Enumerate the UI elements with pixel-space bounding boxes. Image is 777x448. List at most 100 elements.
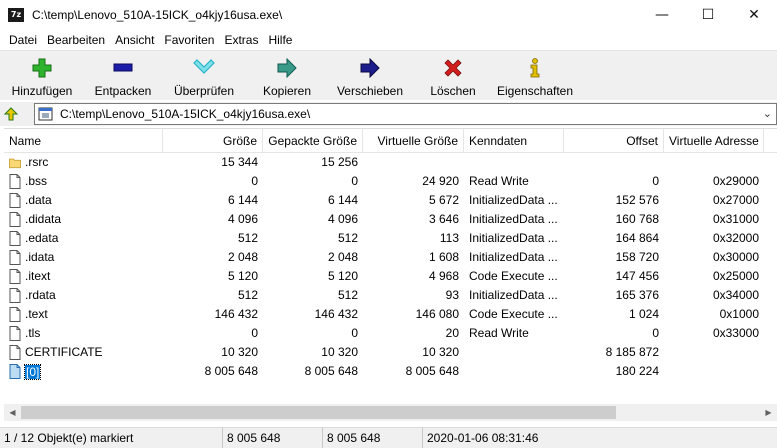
menu-extras[interactable]: Extras [219,30,263,50]
table-row[interactable]: .itext 5 120 5 120 4 968 Code Execute ... 147… [4,267,777,286]
move-arrow-icon [359,57,381,79]
cell-name: CERTIFICATE [4,343,163,362]
minimize-button[interactable]: — [639,0,685,30]
chevron-down-icon[interactable]: ⌄ [763,107,772,120]
menu-favoriten[interactable]: Favoriten [159,30,219,50]
table-row[interactable]: [0] 8 005 648 8 005 648 8 005 648 180 224 [4,362,777,381]
cell-virtual-address: 0x27000 [712,193,759,207]
column-header-offset[interactable]: Offset [564,129,664,153]
menu-ansicht[interactable]: Ansicht [110,30,159,50]
cell-virtual-address: 0x34000 [712,288,759,302]
copy-button[interactable]: Kopieren [254,51,320,101]
cell-virtual-size: 113 [439,231,459,245]
cell-offset [564,153,664,172]
add-button-label: Hinzufügen [11,84,73,98]
delete-button[interactable]: Löschen [422,51,484,101]
add-button[interactable]: Hinzufügen [8,51,76,101]
table-row[interactable]: .data 6 144 6 144 5 672 InitializedData ... 1… [4,191,777,210]
menu-bearbeiten[interactable]: Bearbeiten [42,30,110,50]
table-row[interactable]: .rsrc 15 344 15 256 [4,153,777,172]
file-icon [9,307,25,322]
file-icon [9,231,25,246]
folder-up-icon [4,107,19,121]
file-name-label: .edata [25,231,59,245]
cell-offset: 164 864 [615,231,659,245]
cell-virtual-address [664,362,764,381]
cell-offset: 0 [652,174,659,188]
file-name-label: .didata [25,212,62,226]
column-header-size[interactable]: Größe [163,129,263,153]
column-header-virtual-size[interactable]: Virtuelle Größe [363,129,464,153]
file-rows: .rsrc 15 344 15 256 .bss 0 0 24 920 Read Write 0… [4,153,777,381]
extract-minus-icon [112,57,134,79]
cell-virtual-address [664,153,764,172]
cell-name: .itext [4,267,163,286]
scroll-right-arrow-icon[interactable]: ▶ [760,404,777,421]
column-header-name[interactable]: Name [4,129,163,153]
cell-virtual-address: 0x30000 [712,250,759,264]
cell-packed-size: 6 144 [327,193,358,207]
properties-button[interactable]: Eigenschaften [492,51,578,101]
cell-size: 512 [237,288,258,302]
menu-datei[interactable]: Datei [4,30,42,50]
table-row[interactable]: .tls 0 0 20 Read Write 0 0x33000 [4,324,777,343]
file-list[interactable]: Name Größe Gepackte Größe Virtuelle Größ… [4,128,777,421]
cell-packed-size: 15 256 [321,155,358,169]
menu-hilfe[interactable]: Hilfe [263,30,297,50]
address-input[interactable]: C:\temp\Lenovo_510A-15ICK_o4kjy16usa.exe… [34,103,777,125]
cell-packed-size: 10 320 [321,345,358,359]
close-button[interactable]: ✕ [731,0,777,30]
table-row[interactable]: .didata 4 096 4 096 3 646 InitializedData ..… [4,210,777,229]
cell-name: .rdata [4,286,163,305]
cell-size: 15 344 [221,155,258,169]
table-row[interactable]: .rdata 512 512 93 InitializedData ... 165 376… [4,286,777,305]
add-plus-icon [31,57,53,79]
cell-size: 6 144 [227,193,258,207]
copy-button-label: Kopieren [262,84,312,98]
table-row[interactable]: .idata 2 048 2 048 1 608 InitializedData ...… [4,248,777,267]
cell-characteristics: Read Write [469,174,529,188]
cell-offset: 165 376 [615,288,659,302]
file-icon [9,193,25,208]
column-header-characteristics[interactable]: Kenndaten [464,129,564,153]
horizontal-scrollbar[interactable]: ◀ ▶ [4,404,777,421]
file-name-label: .bss [25,174,48,188]
table-row[interactable]: .edata 512 512 113 InitializedData ... 164 86… [4,229,777,248]
file-name-label: .itext [25,269,51,283]
test-button[interactable]: Überprüfen [164,51,244,101]
file-name-label: .rdata [25,288,56,302]
cell-packed-size: 5 120 [327,269,358,283]
cell-characteristics: Code Execute ... [469,307,558,321]
table-row[interactable]: CERTIFICATE 10 320 10 320 10 320 8 185 872 [4,343,777,362]
window-controls: — ☐ ✕ [639,0,777,30]
cell-packed-size: 0 [351,326,358,340]
cell-size: 2 048 [227,250,258,264]
cell-offset: 0 [652,326,659,340]
cell-packed-size: 4 096 [327,212,358,226]
file-name-label: .data [25,193,52,207]
scroll-thumb[interactable] [21,406,616,419]
status-modified: 2020-01-06 08:31:46 [422,428,777,448]
table-row[interactable]: .text 146 432 146 432 146 080 Code Execute .… [4,305,777,324]
column-header-virtual-address[interactable]: Virtuelle Adresse [664,129,764,153]
move-button[interactable]: Verschieben [330,51,410,101]
cell-characteristics: InitializedData ... [469,193,558,207]
title-bar: 7z C:\temp\Lenovo_510A-15ICK_o4kjy16usa.… [0,0,777,30]
cell-offset: 158 720 [615,250,659,264]
table-row[interactable]: .bss 0 0 24 920 Read Write 0 0x29000 [4,172,777,191]
extract-button[interactable]: Entpacken [90,51,156,101]
cell-characteristics [464,343,564,362]
file-name-label: .tls [25,326,41,340]
cell-name: [0] [4,362,163,381]
folder-up-button[interactable] [0,103,24,125]
cell-offset: 180 224 [615,364,659,378]
maximize-button[interactable]: ☐ [685,0,731,30]
scroll-left-arrow-icon[interactable]: ◀ [4,404,21,421]
cell-virtual-size: 1 608 [428,250,459,264]
column-header-packed-size[interactable]: Gepackte Größe [263,129,363,153]
address-bar: C:\temp\Lenovo_510A-15ICK_o4kjy16usa.exe… [0,102,777,126]
cell-virtual-address: 0x31000 [712,212,759,226]
file-icon [9,326,25,341]
cell-size: 0 [251,326,258,340]
app-7zip-icon: 7z [8,8,24,22]
